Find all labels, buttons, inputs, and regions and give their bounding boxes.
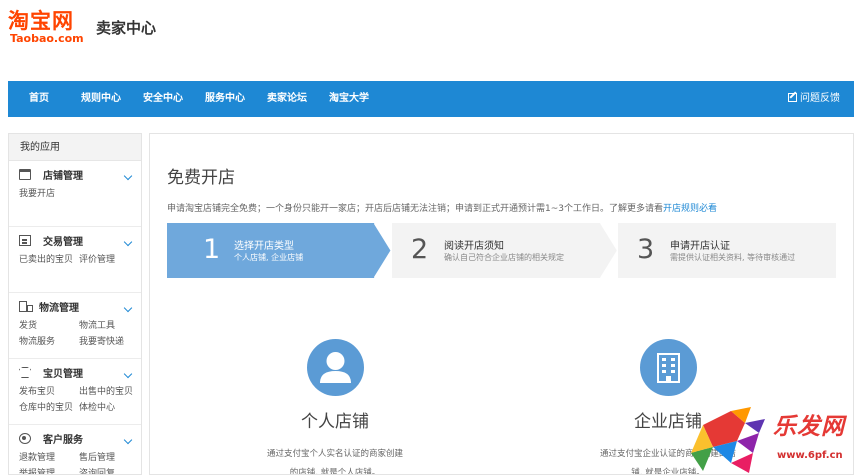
user-icon bbox=[19, 433, 31, 444]
shirt-icon bbox=[19, 367, 31, 378]
sidebar-link-items-on-sale[interactable]: 出售中的宝贝 bbox=[79, 384, 139, 400]
sidebar-link-send-express[interactable]: 我要寄快递 bbox=[79, 334, 139, 350]
sidebar-group-title[interactable]: 店铺管理 bbox=[19, 169, 141, 185]
top-nav: 首页 规则中心 安全中心 服务中心 卖家论坛 淘宝大学 问题反馈 bbox=[8, 81, 854, 117]
step-progress: 1 选择开店类型 个人店铺, 企业店铺 2 阅读开店须知 确认自己符合企业店铺的… bbox=[167, 223, 836, 278]
sidebar-link-reports[interactable]: 举报管理 bbox=[19, 466, 79, 474]
chevron-down-icon[interactable] bbox=[123, 171, 133, 181]
sidebar-group-title[interactable]: 宝贝管理 bbox=[19, 367, 141, 383]
sidebar-link-reviews[interactable]: 评价管理 bbox=[79, 252, 139, 268]
building-icon bbox=[640, 339, 697, 396]
sidebar-link-items-in-warehouse[interactable]: 仓库中的宝贝 bbox=[19, 400, 79, 416]
group-label: 客户服务 bbox=[43, 435, 83, 446]
chevron-down-icon[interactable] bbox=[123, 369, 133, 379]
nav-item-university[interactable]: 淘宝大学 bbox=[329, 81, 369, 117]
feedback-label: 问题反馈 bbox=[800, 93, 840, 104]
nav-item-rules[interactable]: 规则中心 bbox=[81, 81, 121, 117]
step-1: 1 选择开店类型 个人店铺, 企业店铺 bbox=[167, 223, 375, 278]
watermark: 乐发网 www.6pf.cn bbox=[669, 403, 854, 475]
sidebar-link-refunds[interactable]: 退款管理 bbox=[19, 450, 79, 466]
sidebar-link-after-sales[interactable]: 售后管理 bbox=[79, 450, 139, 466]
sidebar-group-title[interactable]: 物流管理 bbox=[19, 301, 141, 317]
logo-text-en: Taobao.com bbox=[10, 32, 84, 45]
truck-icon bbox=[19, 301, 33, 312]
sidebar-link-sold-items[interactable]: 已卖出的宝贝 bbox=[19, 252, 79, 268]
group-label: 物流管理 bbox=[39, 303, 79, 314]
chevron-down-icon[interactable] bbox=[123, 237, 133, 247]
sidebar-group-logistics: 物流管理 发货 物流工具 物流服务 我要寄快递 bbox=[9, 293, 141, 359]
step-3: 3 申请开店认证 需提供认证相关资料, 等待审核通过 bbox=[618, 223, 836, 278]
sidebar-group-title[interactable]: 交易管理 bbox=[19, 235, 141, 251]
card-description: 通过支付宝个人实名认证的商家创建 的店铺, 就是个人店铺。 bbox=[235, 445, 435, 475]
rules-link[interactable]: 开店规则必看 bbox=[663, 204, 717, 214]
sidebar-link-open-shop[interactable]: 我要开店 bbox=[19, 186, 79, 202]
sidebar-link-inquiry-reply[interactable]: 咨询回复 bbox=[79, 466, 139, 474]
sidebar-link-logistics-tools[interactable]: 物流工具 bbox=[79, 318, 139, 334]
trade-icon bbox=[19, 235, 31, 246]
step-number: 3 bbox=[637, 234, 655, 265]
chevron-down-icon[interactable] bbox=[123, 303, 133, 313]
step-subtitle: 个人店铺, 企业店铺 bbox=[234, 253, 304, 262]
step-number: 2 bbox=[411, 234, 429, 265]
group-label: 店铺管理 bbox=[43, 171, 83, 182]
watermark-url: www.6pf.cn bbox=[777, 450, 843, 461]
sidebar-link-health-check[interactable]: 体检中心 bbox=[79, 400, 139, 416]
nav-item-security[interactable]: 安全中心 bbox=[143, 81, 183, 117]
nav-item-forum[interactable]: 卖家论坛 bbox=[267, 81, 307, 117]
logo-text-cn: 淘宝网 bbox=[8, 9, 74, 33]
step-subtitle: 需提供认证相关资料, 等待审核通过 bbox=[670, 253, 796, 262]
sidebar-heading: 我的应用 bbox=[9, 134, 141, 161]
card-title: 个人店铺 bbox=[301, 412, 369, 432]
sidebar-link-logistics-service[interactable]: 物流服务 bbox=[19, 334, 79, 350]
nav-item-home[interactable]: 首页 bbox=[29, 81, 49, 117]
step-arrow bbox=[600, 223, 620, 278]
section-title: 免费开店 bbox=[167, 168, 235, 188]
sidebar-link-publish-item[interactable]: 发布宝贝 bbox=[19, 384, 79, 400]
sidebar-group-customer-service: 客户服务 退款管理 售后管理 举报管理 咨询回复 bbox=[9, 425, 141, 474]
sidebar-group-items: 宝贝管理 发布宝贝 出售中的宝贝 仓库中的宝贝 体检中心 bbox=[9, 359, 141, 425]
step-title: 选择开店类型 bbox=[234, 241, 294, 252]
page-title: 卖家中心 bbox=[96, 19, 157, 37]
step-number: 1 bbox=[203, 234, 221, 265]
nav-item-service[interactable]: 服务中心 bbox=[205, 81, 245, 117]
deer-logo-icon bbox=[691, 407, 765, 473]
feedback-link[interactable]: 问题反馈 bbox=[788, 81, 840, 117]
step-arrow-gap-1 bbox=[374, 223, 392, 278]
card-desc-line: 通过支付宝个人实名认证的商家创建 bbox=[266, 449, 403, 459]
personal-shop-card[interactable]: 个人店铺 通过支付宝个人实名认证的商家创建 的店铺, 就是个人店铺。 bbox=[235, 339, 435, 475]
chevron-down-icon[interactable] bbox=[123, 435, 133, 445]
taobao-logo[interactable]: 淘宝网 Taobao.com bbox=[8, 9, 92, 45]
step-title: 阅读开店须知 bbox=[444, 241, 504, 252]
sidebar: 我的应用 店铺管理 我要开店 交易管理 已卖出的宝贝 评价管理 物流管理 发货 … bbox=[8, 133, 142, 475]
step-subtitle: 确认自己符合企业店铺的相关规定 bbox=[444, 253, 564, 262]
step-title: 申请开店认证 bbox=[670, 241, 730, 252]
edit-icon bbox=[788, 93, 797, 102]
shop-icon bbox=[19, 169, 31, 180]
intro-body: 申请淘宝店铺完全免费；一个身份只能开一家店；开店后店铺无法注销；申请到正式开通预… bbox=[167, 204, 663, 214]
sidebar-group-shop: 店铺管理 我要开店 bbox=[9, 161, 141, 227]
watermark-text: 乐发网 bbox=[773, 414, 845, 440]
sidebar-link-ship[interactable]: 发货 bbox=[19, 318, 79, 334]
person-icon bbox=[307, 339, 364, 396]
intro-text: 申请淘宝店铺完全免费；一个身份只能开一家店；开店后店铺无法注销；申请到正式开通预… bbox=[167, 201, 717, 214]
group-label: 交易管理 bbox=[43, 237, 83, 248]
sidebar-group-trade: 交易管理 已卖出的宝贝 评价管理 bbox=[9, 227, 141, 293]
card-desc-line: 的店铺, 就是个人店铺。 bbox=[289, 468, 381, 475]
group-label: 宝贝管理 bbox=[43, 369, 83, 380]
step-2: 2 阅读开店须知 确认自己符合企业店铺的相关规定 bbox=[392, 223, 600, 278]
sidebar-group-title[interactable]: 客户服务 bbox=[19, 433, 141, 449]
